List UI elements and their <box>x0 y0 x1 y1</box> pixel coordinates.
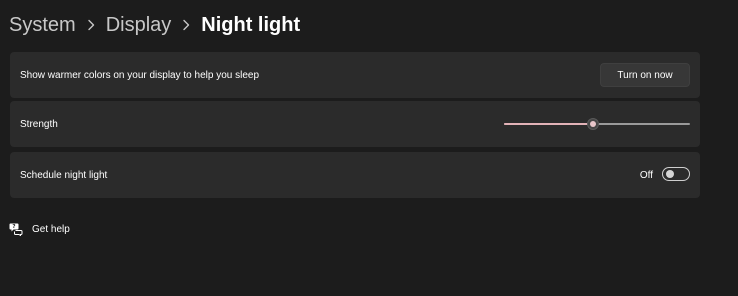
schedule-state-text: Off <box>639 169 653 181</box>
strength-label: Strength <box>20 118 58 130</box>
schedule-label: Schedule night light <box>20 169 108 181</box>
breadcrumb: System Display Night light <box>9 11 300 39</box>
breadcrumb-system[interactable]: System <box>9 11 76 39</box>
night-light-card: Show warmer colors on your display to he… <box>10 52 700 98</box>
slider-fill <box>504 123 593 125</box>
get-help-icon: ? <box>8 221 24 237</box>
breadcrumb-display[interactable]: Display <box>106 11 172 39</box>
slider-thumb[interactable] <box>587 118 599 130</box>
chevron-right-icon <box>76 11 106 39</box>
strength-card: Strength <box>10 101 700 147</box>
strength-slider[interactable] <box>504 114 690 134</box>
schedule-toggle[interactable] <box>662 167 690 181</box>
slider-thumb-center <box>590 121 596 127</box>
page-title: Night light <box>201 14 301 36</box>
night-light-description: Show warmer colors on your display to he… <box>20 69 260 81</box>
get-help-link[interactable]: ? Get help <box>8 221 70 237</box>
toggle-knob <box>666 170 674 178</box>
schedule-card: Schedule night light Off <box>10 152 700 198</box>
chevron-right-icon <box>171 11 201 39</box>
turn-on-now-button[interactable]: Turn on now <box>600 63 690 87</box>
get-help-label: Get help <box>32 223 70 235</box>
svg-text:?: ? <box>12 224 15 230</box>
night-light-settings-page: System Display Night light Show warmer c… <box>0 0 738 296</box>
